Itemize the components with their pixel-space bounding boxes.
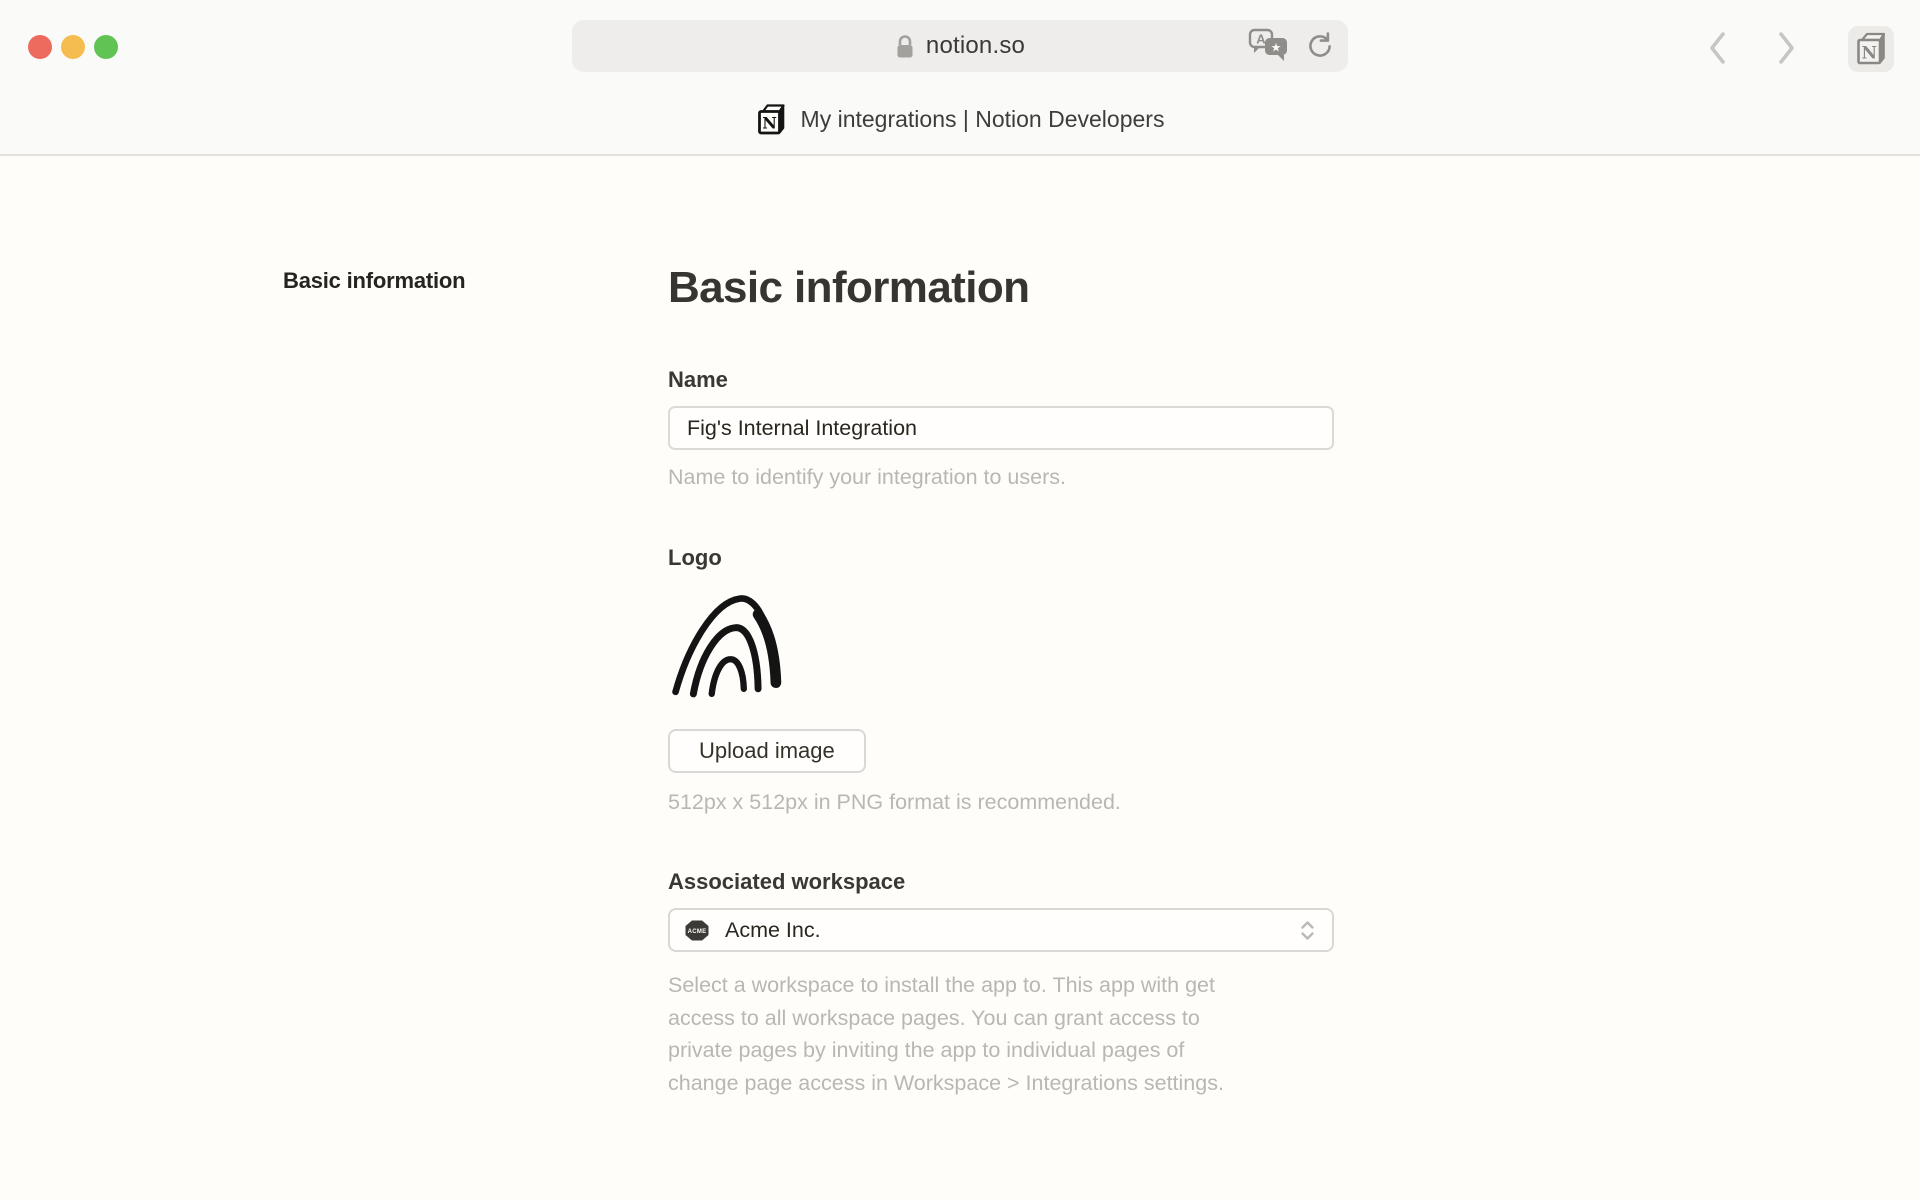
name-input[interactable] [668,406,1334,450]
svg-text:ACME: ACME [688,929,707,935]
associated-workspace-label: Associated workspace [668,869,1336,895]
translate-icon[interactable]: A ★ [1248,28,1290,64]
address-bar-actions: A ★ [1248,20,1336,72]
active-tab[interactable]: N My integrations | Notion Developers [0,94,1920,144]
reload-icon[interactable] [1304,30,1336,62]
minimize-window-button[interactable] [61,35,85,59]
address-bar[interactable]: notion.so A ★ [572,20,1348,72]
integration-logo-image [668,593,786,700]
acme-workspace-badge-icon: ACME [685,920,709,941]
notion-favicon-icon[interactable]: N [1848,26,1894,72]
svg-text:N: N [1862,44,1878,64]
browser-chrome: notion.so A ★ [0,0,1920,156]
page-title: Basic information [668,264,1336,312]
name-help-text: Name to identify your integration to use… [668,465,1336,489]
tab-title: My integrations | Notion Developers [801,106,1165,133]
workspace-help-text: Select a workspace to install the app to… [668,969,1336,1099]
workspace-select[interactable]: ACME Acme Inc. [668,908,1334,952]
workspace-help-line: private pages by inviting the app to ind… [668,1034,1336,1067]
close-window-button[interactable] [28,35,52,59]
workspace-help-line: Select a workspace to install the app to… [668,969,1336,1002]
svg-text:★: ★ [1271,41,1282,55]
sidebar-item-basic-information[interactable]: Basic information [283,268,465,294]
notion-logo-icon: N [756,103,787,136]
browser-window: notion.so A ★ [0,0,1920,1200]
logo-label: Logo [668,545,1336,571]
svg-text:A: A [1256,32,1266,47]
back-chevron-icon[interactable] [1700,30,1736,66]
chevron-up-down-icon [1298,918,1317,943]
url-display: notion.so [572,20,1348,72]
basic-information-form: Basic information Name Name to identify … [668,264,1336,1099]
name-label: Name [668,367,1336,393]
workspace-help-line: change page access in Workspace > Integr… [668,1067,1336,1100]
upload-image-button[interactable]: Upload image [668,729,866,773]
workspace-help-line: access to all workspace pages. You can g… [668,1002,1336,1035]
workspace-selected-value: Acme Inc. [725,918,821,943]
svg-text:N: N [762,113,777,132]
logo-help-text: 512px x 512px in PNG format is recommend… [668,790,1336,814]
zoom-window-button[interactable] [94,35,118,59]
forward-chevron-icon[interactable] [1768,30,1804,66]
url-text: notion.so [926,32,1025,60]
traffic-lights [28,35,118,59]
lock-icon [895,33,915,60]
